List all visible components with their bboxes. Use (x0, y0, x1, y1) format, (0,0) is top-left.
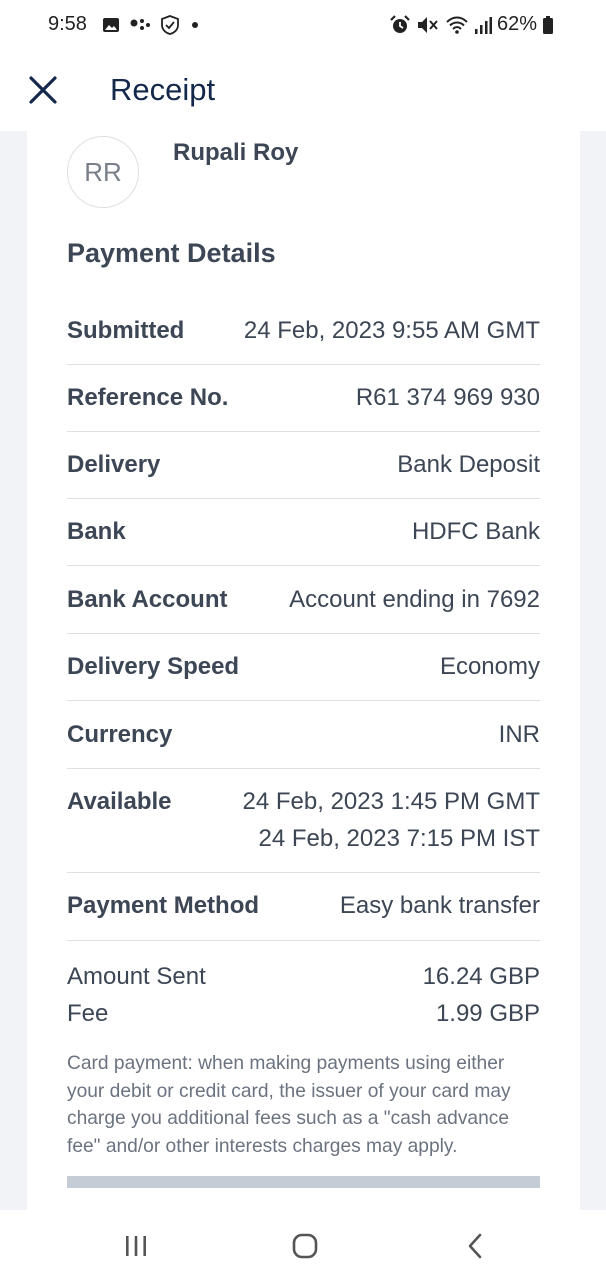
detail-value: Bank Deposit (397, 451, 540, 478)
detail-row-bank: Bank HDFC Bank (67, 498, 540, 566)
close-icon (29, 76, 57, 104)
card-payment-disclaimer: Card payment: when making payments using… (67, 1053, 511, 1157)
detail-label: Bank Account (67, 586, 228, 613)
detail-label: Bank (67, 518, 126, 545)
home-button[interactable] (289, 1230, 321, 1262)
home-icon (292, 1233, 318, 1259)
detail-label: Delivery (67, 451, 161, 478)
detail-value: 24 Feb, 2023 1:45 PM GMT (242, 788, 540, 815)
detail-value: INR (498, 721, 540, 748)
detail-value: Easy bank transfer (339, 892, 540, 919)
dots-icon (130, 19, 150, 30)
detail-row-delivery: Delivery Bank Deposit (67, 431, 540, 499)
system-nav-bar (0, 1210, 606, 1280)
detail-row-currency: Currency INR (67, 700, 540, 769)
section-divider-bar (67, 1176, 540, 1188)
amount-sent-line: Amount Sent 16.24 GBP (67, 963, 540, 993)
detail-row-bank-account: Bank Account Account ending in 7692 (67, 565, 540, 634)
image-icon (103, 18, 119, 32)
app-header: Receipt (0, 52, 606, 132)
status-time: 9:58 (48, 13, 87, 35)
fee-label: Fee (67, 1000, 109, 1027)
close-button[interactable] (26, 73, 60, 107)
detail-row-payment-method: Payment Method Easy bank transfer (67, 872, 540, 941)
detail-row-reference: Reference No. R61 374 969 930 (67, 364, 540, 432)
receipt-card: RR Rupali Roy Payment Details Submitted … (27, 131, 580, 1210)
status-bar: 9:58 62% (0, 0, 606, 52)
detail-label: Reference No. (67, 384, 229, 411)
detail-value: 24 Feb, 2023 9:55 AM GMT (243, 317, 540, 344)
detail-value: Account ending in 7692 (289, 586, 540, 613)
amount-sent-label: Amount Sent (67, 963, 206, 990)
recent-apps-button[interactable] (120, 1230, 152, 1262)
screen: 9:58 62% Receipt RR Rupali Roy Payment D… (0, 0, 606, 1280)
recent-apps-icon (126, 1236, 146, 1256)
shield-icon (161, 15, 179, 35)
detail-label: Available (67, 788, 172, 815)
detail-value-secondary: 24 Feb, 2023 7:15 PM IST (258, 825, 541, 852)
detail-label: Currency (67, 721, 173, 748)
detail-label: Payment Method (67, 892, 260, 919)
recipient-name: Rupali Roy (173, 139, 299, 166)
detail-value: R61 374 969 930 (355, 384, 540, 411)
detail-label: Delivery Speed (67, 653, 240, 680)
detail-row-submitted: Submitted 24 Feb, 2023 9:55 AM GMT (67, 296, 540, 365)
section-title: Payment Details (67, 238, 276, 268)
amount-sent-value: 16.24 GBP (422, 963, 540, 990)
dot-icon (192, 22, 198, 28)
battery-icon (543, 15, 553, 34)
avatar: RR (67, 136, 139, 208)
fee-value: 1.99 GBP (435, 1000, 540, 1027)
status-left-icons (102, 15, 201, 35)
signal-icon (474, 16, 492, 34)
fee-line: Fee 1.99 GBP (67, 1000, 540, 1030)
wifi-icon (446, 16, 468, 34)
detail-value: HDFC Bank (411, 518, 540, 545)
detail-label: Submitted (67, 317, 185, 344)
status-right-icons: 62% (389, 13, 554, 36)
battery-percent: 62% (496, 13, 537, 35)
mute-icon (417, 16, 438, 33)
detail-row-delivery-speed: Delivery Speed Economy (67, 633, 540, 701)
back-button[interactable] (459, 1230, 491, 1262)
detail-row-available: Available 24 Feb, 2023 1:45 PM GMT 24 Fe… (67, 768, 540, 873)
back-icon (468, 1233, 482, 1259)
page-title: Receipt (110, 72, 216, 107)
alarm-icon (390, 14, 410, 33)
detail-value: Economy (439, 653, 540, 680)
